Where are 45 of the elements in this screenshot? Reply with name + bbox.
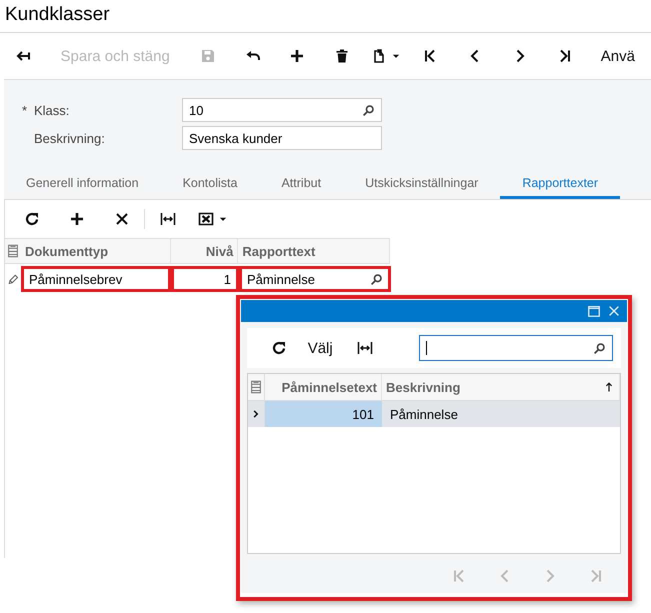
column-header[interactable]: Påminnelsetext [265,374,382,400]
table-cell[interactable]: Påminnelse [239,266,391,292]
fit-columns-icon [357,340,374,356]
close-icon[interactable] [607,304,621,318]
table-cell-text: Påminnelse [389,406,459,424]
column-settings-icon[interactable] [6,244,20,258]
required-mark: * [22,102,28,118]
field-label: Beskrivning: [34,130,105,146]
column-title: Beskrivning [386,380,460,394]
column-title: Påminnelsetext [282,380,377,394]
search-icon [362,104,375,116]
column-header[interactable]: Rapporttext [238,239,390,263]
table-cell[interactable]: 1 [171,266,239,292]
column-settings-icon[interactable] [249,380,263,394]
close-icon [114,211,130,227]
trash-icon [334,48,350,64]
row-pointer-icon [251,409,261,419]
select-button[interactable]: Välj [298,333,347,363]
maximize-icon[interactable] [587,304,601,318]
page-title: Kundklasser [0,0,651,33]
fit-columns-icon [160,211,176,227]
column-header[interactable]: Beskrivning [382,374,620,400]
tab[interactable]: Attribut [259,174,344,199]
tab[interactable]: Rapporttexter [500,174,620,199]
excel-export-icon [198,211,214,227]
search-field[interactable] [419,335,613,361]
plus-icon [289,48,306,64]
input-field[interactable]: Svenska kunder [182,126,382,150]
table-row[interactable]: 101 Påminnelse [248,401,620,427]
tab[interactable]: Generell information [4,174,161,199]
table-cell: 101 [265,401,382,427]
column-header[interactable]: Nivå [170,239,238,263]
search-icon [592,342,606,354]
refresh-icon [271,340,288,356]
input-field[interactable]: 10 [182,98,382,122]
plus-icon [68,211,84,227]
tab[interactable]: Utskicksinställningar [343,174,500,199]
table-cell[interactable]: Påminnelsebrev [21,266,171,292]
save-icon [200,48,216,64]
tab[interactable]: Kontolista [160,174,260,199]
refresh-icon [24,211,40,227]
toolbar-button[interactable]: Anvä [586,38,651,74]
column-header[interactable]: Dokumenttyp [20,239,171,263]
field-label: Klass: [34,102,70,118]
search-icon [370,272,383,286]
